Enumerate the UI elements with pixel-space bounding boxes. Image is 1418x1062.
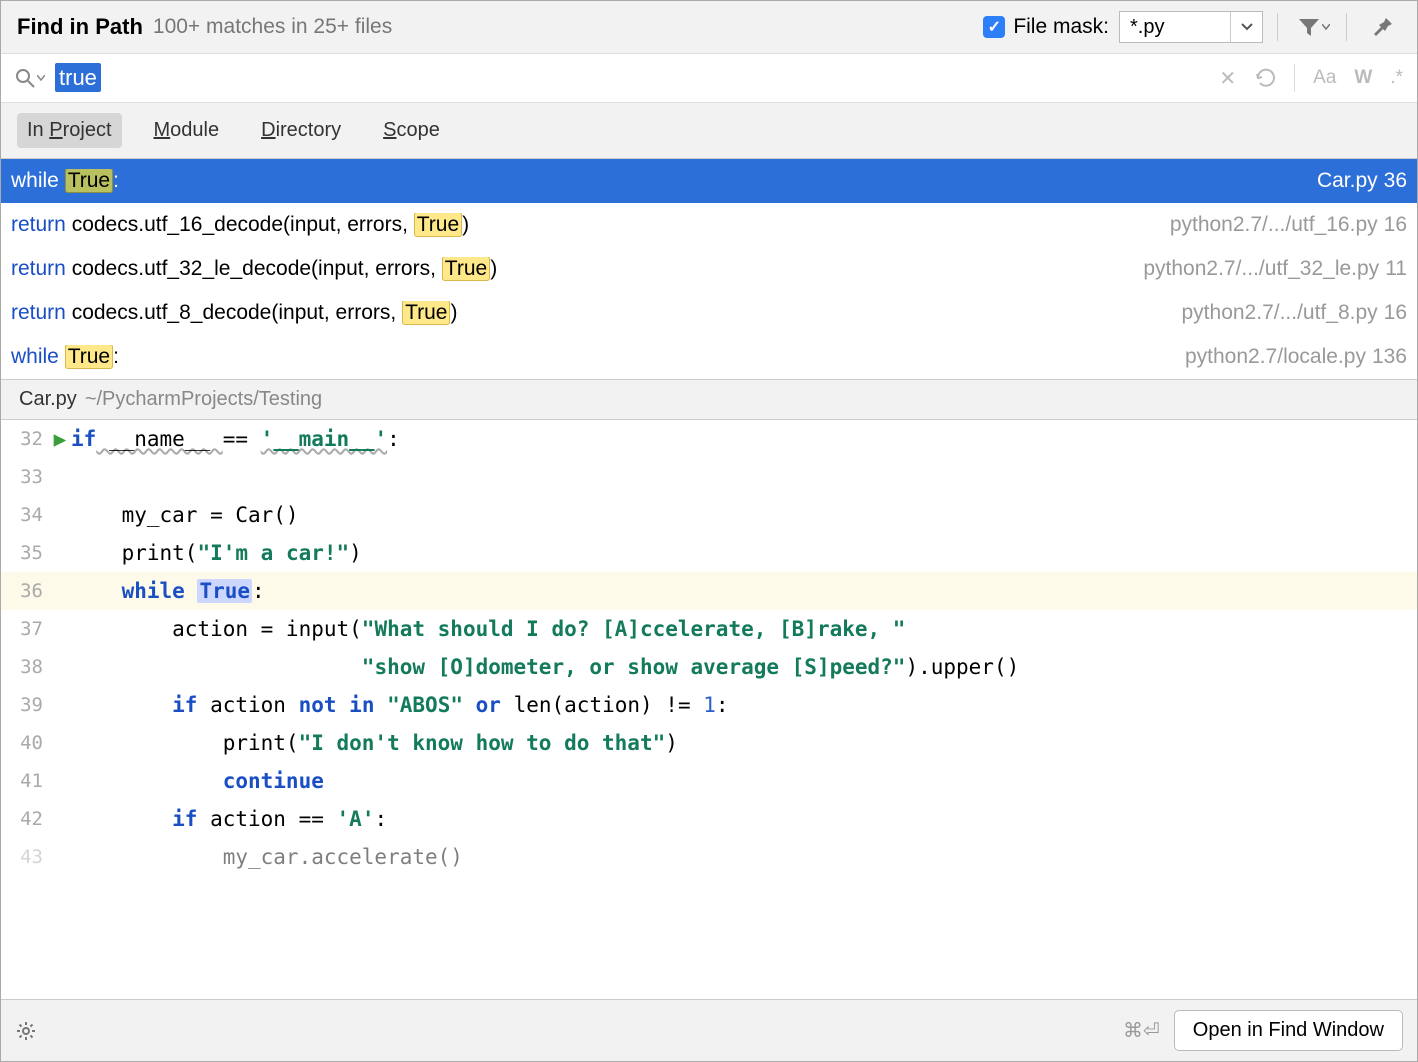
line-number: 38 [1, 648, 49, 686]
result-code: while True: [11, 169, 1317, 193]
result-path: python2.7/.../utf_8.py [1182, 301, 1378, 325]
file-mask-label: File mask: [1013, 15, 1109, 39]
pin-icon[interactable] [1365, 16, 1401, 38]
open-in-find-window-button[interactable]: Open in Find Window [1174, 1010, 1403, 1051]
line-number: 36 [1, 572, 49, 610]
regex-toggle[interactable]: .* [1390, 67, 1403, 89]
line-number: 40 [1, 724, 49, 762]
preview-file: Car.py [19, 388, 77, 411]
code-line: while True: [71, 572, 265, 610]
result-row[interactable]: return codecs.utf_8_decode(input, errors… [1, 291, 1417, 335]
result-code: return codecs.utf_16_decode(input, error… [11, 213, 1170, 237]
file-mask-input[interactable] [1120, 12, 1230, 42]
code-line: "show [O]dometer, or show average [S]pee… [71, 648, 1019, 686]
search-query-text: true [55, 63, 101, 92]
tab-directory[interactable]: Directory [251, 113, 351, 148]
line-number: 37 [1, 610, 49, 648]
code-line: print("I'm a car!") [71, 534, 362, 572]
tab-module[interactable]: Module [144, 113, 230, 148]
result-path: python2.7/locale.py [1185, 345, 1366, 369]
code-line: action = input("What should I do? [A]cce… [71, 610, 905, 648]
result-code: while True: [11, 345, 1185, 369]
clear-icon[interactable]: ✕ [1219, 66, 1236, 91]
shortcut-hint: ⌘⏎ [1123, 1018, 1160, 1043]
filter-icon[interactable] [1296, 17, 1332, 37]
line-number: 39 [1, 686, 49, 724]
result-line: 11 [1385, 257, 1407, 281]
search-input[interactable]: true [55, 65, 1219, 91]
file-mask-checkbox[interactable]: ✓ [983, 16, 1005, 38]
code-line: my_car = Car() [71, 496, 299, 534]
line-number: 42 [1, 800, 49, 838]
code-preview[interactable]: 32 ▶ if __name__ == '__main__': 33 34 my… [1, 420, 1417, 999]
result-path: python2.7/.../utf_32_le.py [1143, 257, 1379, 281]
code-line: print("I don't know how to do that") [71, 724, 678, 762]
preview-path: ~/PycharmProjects/Testing [85, 388, 322, 411]
search-bar: true ✕ Aa W .* [1, 54, 1417, 103]
dialog-title: Find in Path [17, 14, 143, 40]
result-row[interactable]: return codecs.utf_16_decode(input, error… [1, 203, 1417, 247]
code-line: if __name__ == '__main__': [71, 420, 400, 458]
search-icon[interactable] [15, 68, 45, 88]
line-number: 35 [1, 534, 49, 572]
history-icon[interactable] [1254, 68, 1276, 88]
line-number: 34 [1, 496, 49, 534]
line-number: 32 [1, 420, 49, 458]
code-line: continue [71, 762, 324, 800]
result-row[interactable]: while True: python2.7/locale.py 136 [1, 335, 1417, 379]
gear-icon[interactable] [15, 1020, 37, 1042]
code-line: if action not in "ABOS" or len(action) !… [71, 686, 729, 724]
case-sensitive-toggle[interactable]: Aa [1313, 67, 1336, 89]
result-line: 36 [1384, 169, 1407, 193]
result-code: return codecs.utf_32_le_decode(input, er… [11, 257, 1143, 281]
result-code: return codecs.utf_8_decode(input, errors… [11, 301, 1182, 325]
file-mask-combo[interactable] [1119, 11, 1263, 43]
result-path: Car.py [1317, 169, 1378, 193]
dialog-header: Find in Path 100+ matches in 25+ files ✓… [1, 1, 1417, 54]
chevron-down-icon[interactable] [1230, 12, 1262, 42]
tab-in-project[interactable]: In Project [17, 113, 122, 148]
result-line: 16 [1384, 213, 1407, 237]
line-number: 33 [1, 458, 49, 496]
whole-word-toggle[interactable]: W [1354, 67, 1372, 89]
match-count: 100+ matches in 25+ files [153, 15, 392, 39]
dialog-footer: ⌘⏎ Open in Find Window [1, 999, 1417, 1061]
code-line: my_car.accelerate() [71, 838, 463, 876]
result-row[interactable]: while True: Car.py 36 [1, 159, 1417, 203]
preview-header: Car.py ~/PycharmProjects/Testing [1, 379, 1417, 420]
result-path: python2.7/.../utf_16.py [1170, 213, 1378, 237]
result-row[interactable]: return codecs.utf_32_le_decode(input, er… [1, 247, 1417, 291]
results-list: while True: Car.py 36 return codecs.utf_… [1, 159, 1417, 379]
result-line: 16 [1384, 301, 1407, 325]
result-line: 136 [1372, 345, 1407, 369]
scope-tabs: In Project Module Directory Scope [1, 103, 1417, 159]
line-number: 43 [1, 838, 49, 876]
code-line: if action == 'A': [71, 800, 387, 838]
tab-scope[interactable]: Scope [373, 113, 450, 148]
run-gutter-icon[interactable]: ▶ [49, 420, 71, 458]
line-number: 41 [1, 762, 49, 800]
